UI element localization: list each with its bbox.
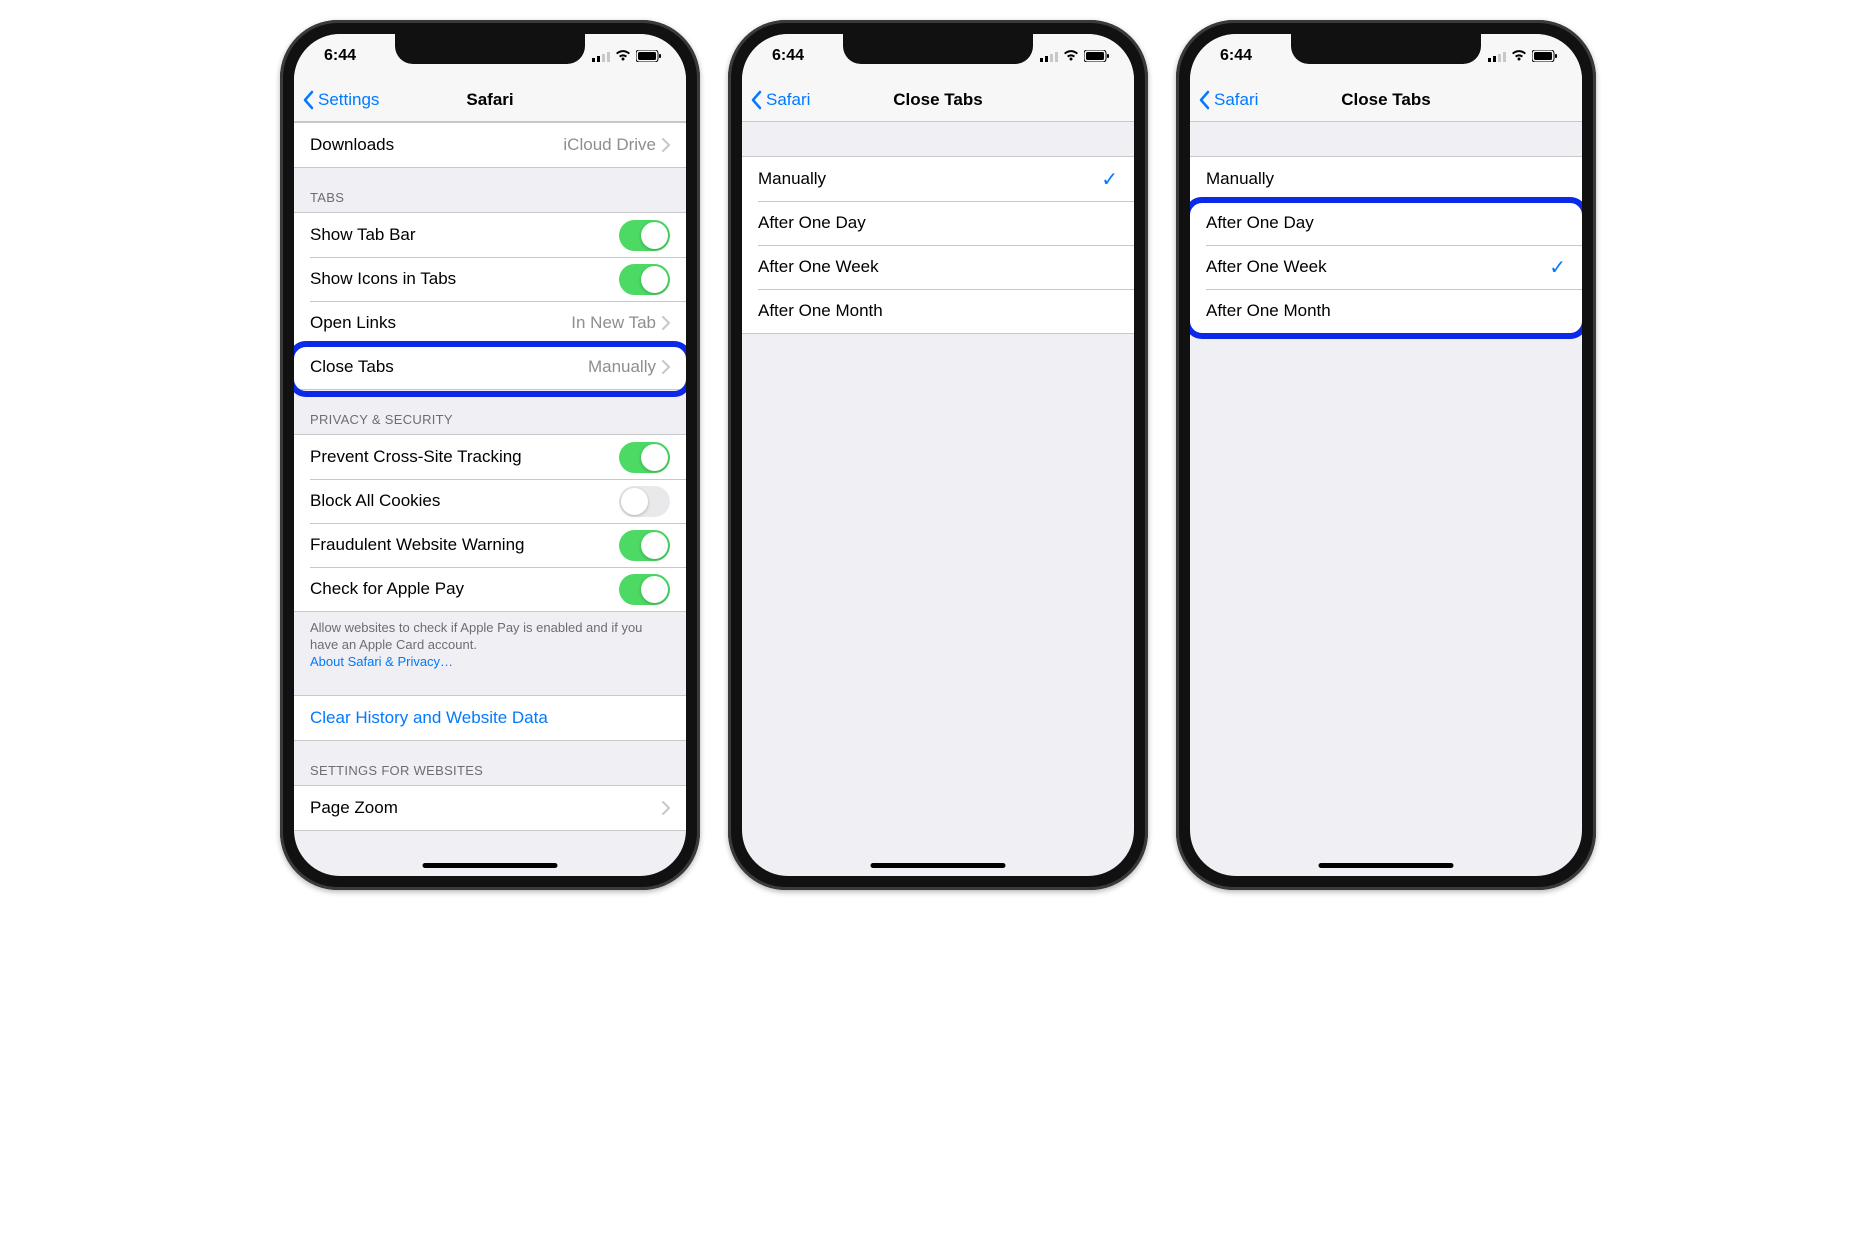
chevron-right-icon [662, 316, 670, 330]
back-button[interactable]: Safari [1190, 90, 1258, 110]
status-icons [1040, 50, 1110, 62]
status-time: 6:44 [324, 47, 356, 65]
status-time: 6:44 [1220, 47, 1252, 65]
block-cookies-row[interactable]: Block All Cookies [294, 479, 686, 523]
cellular-icon [1040, 50, 1058, 62]
option-manually[interactable]: Manually [1190, 157, 1582, 201]
phone-close-tabs-week: 6:44 Safari Close Tabs Manually After On… [1176, 20, 1596, 890]
back-label: Settings [318, 90, 379, 110]
option-label: After One Week [1206, 257, 1549, 277]
battery-icon [636, 50, 662, 62]
wifi-icon [1511, 50, 1527, 62]
row-label: Fraudulent Website Warning [310, 535, 619, 555]
back-label: Safari [1214, 90, 1258, 110]
privacy-footer: Allow websites to check if Apple Pay is … [294, 612, 686, 681]
page-zoom-row[interactable]: Page Zoom [294, 786, 686, 830]
home-indicator[interactable] [423, 863, 558, 868]
option-label: Manually [758, 169, 1101, 189]
home-indicator[interactable] [871, 863, 1006, 868]
chevron-right-icon [662, 360, 670, 374]
chevron-left-icon [750, 90, 762, 110]
battery-icon [1084, 50, 1110, 62]
row-label: Close Tabs [310, 357, 588, 377]
option-one-week[interactable]: After One Week ✓ [1190, 245, 1582, 289]
row-detail: iCloud Drive [563, 135, 656, 155]
fraud-warning-row[interactable]: Fraudulent Website Warning [294, 523, 686, 567]
row-detail: Manually [588, 357, 656, 377]
option-one-month[interactable]: After One Month [742, 289, 1134, 333]
show-icons-row[interactable]: Show Icons in Tabs [294, 257, 686, 301]
back-button[interactable]: Safari [742, 90, 810, 110]
option-label: After One Month [1206, 301, 1566, 321]
apple-pay-toggle[interactable] [619, 574, 670, 605]
option-manually[interactable]: Manually ✓ [742, 157, 1134, 201]
row-label: Check for Apple Pay [310, 579, 619, 599]
option-label: After One Day [758, 213, 1118, 233]
block-cookies-toggle[interactable] [619, 486, 670, 517]
show-tab-bar-row[interactable]: Show Tab Bar [294, 213, 686, 257]
apple-pay-row[interactable]: Check for Apple Pay [294, 567, 686, 611]
row-detail: In New Tab [571, 313, 656, 333]
option-label: After One Day [1206, 213, 1566, 233]
tabs-section-header: Tabs [294, 168, 686, 212]
back-button[interactable]: Settings [294, 90, 379, 110]
fraud-warning-toggle[interactable] [619, 530, 670, 561]
checkmark-icon: ✓ [1549, 255, 1566, 280]
option-label: After One Week [758, 257, 1118, 277]
row-label: Page Zoom [310, 798, 662, 818]
row-label: Show Icons in Tabs [310, 269, 619, 289]
status-icons [1488, 50, 1558, 62]
status-icons [592, 50, 662, 62]
clear-history-row[interactable]: Clear History and Website Data [294, 696, 686, 740]
nav-bar: Safari Close Tabs [1190, 78, 1582, 122]
nav-bar: Safari Close Tabs [742, 78, 1134, 122]
show-tab-bar-toggle[interactable] [619, 220, 670, 251]
cellular-icon [592, 50, 610, 62]
option-one-day[interactable]: After One Day [742, 201, 1134, 245]
battery-icon [1532, 50, 1558, 62]
option-label: After One Month [758, 301, 1118, 321]
phone-safari-settings: 6:44 Settings Safari Downloads iCloud Dr… [280, 20, 700, 890]
prevent-tracking-row[interactable]: Prevent Cross-Site Tracking [294, 435, 686, 479]
clear-history-label: Clear History and Website Data [310, 708, 670, 728]
show-icons-toggle[interactable] [619, 264, 670, 295]
option-one-week[interactable]: After One Week [742, 245, 1134, 289]
about-privacy-link[interactable]: About Safari & Privacy… [310, 654, 453, 669]
back-label: Safari [766, 90, 810, 110]
row-label: Prevent Cross-Site Tracking [310, 447, 619, 467]
privacy-section-header: Privacy & Security [294, 390, 686, 434]
phone-close-tabs-manually: 6:44 Safari Close Tabs Manually ✓ [728, 20, 1148, 890]
home-indicator[interactable] [1319, 863, 1454, 868]
row-label: Show Tab Bar [310, 225, 619, 245]
row-label: Block All Cookies [310, 491, 619, 511]
chevron-right-icon [662, 801, 670, 815]
downloads-row[interactable]: Downloads iCloud Drive [294, 123, 686, 167]
row-label: Open Links [310, 313, 571, 333]
websites-section-header: Settings for Websites [294, 741, 686, 785]
chevron-left-icon [1198, 90, 1210, 110]
close-tabs-row[interactable]: Close Tabs Manually [294, 345, 686, 389]
wifi-icon [1063, 50, 1079, 62]
status-time: 6:44 [772, 47, 804, 65]
open-links-row[interactable]: Open Links In New Tab [294, 301, 686, 345]
option-one-day[interactable]: After One Day [1190, 201, 1582, 245]
chevron-left-icon [302, 90, 314, 110]
nav-bar: Settings Safari [294, 78, 686, 122]
checkmark-icon: ✓ [1101, 167, 1118, 192]
cellular-icon [1488, 50, 1506, 62]
wifi-icon [615, 50, 631, 62]
chevron-right-icon [662, 138, 670, 152]
footer-text: Allow websites to check if Apple Pay is … [310, 620, 642, 652]
row-label: Downloads [310, 135, 563, 155]
option-one-month[interactable]: After One Month [1190, 289, 1582, 333]
option-label: Manually [1206, 169, 1566, 189]
prevent-tracking-toggle[interactable] [619, 442, 670, 473]
